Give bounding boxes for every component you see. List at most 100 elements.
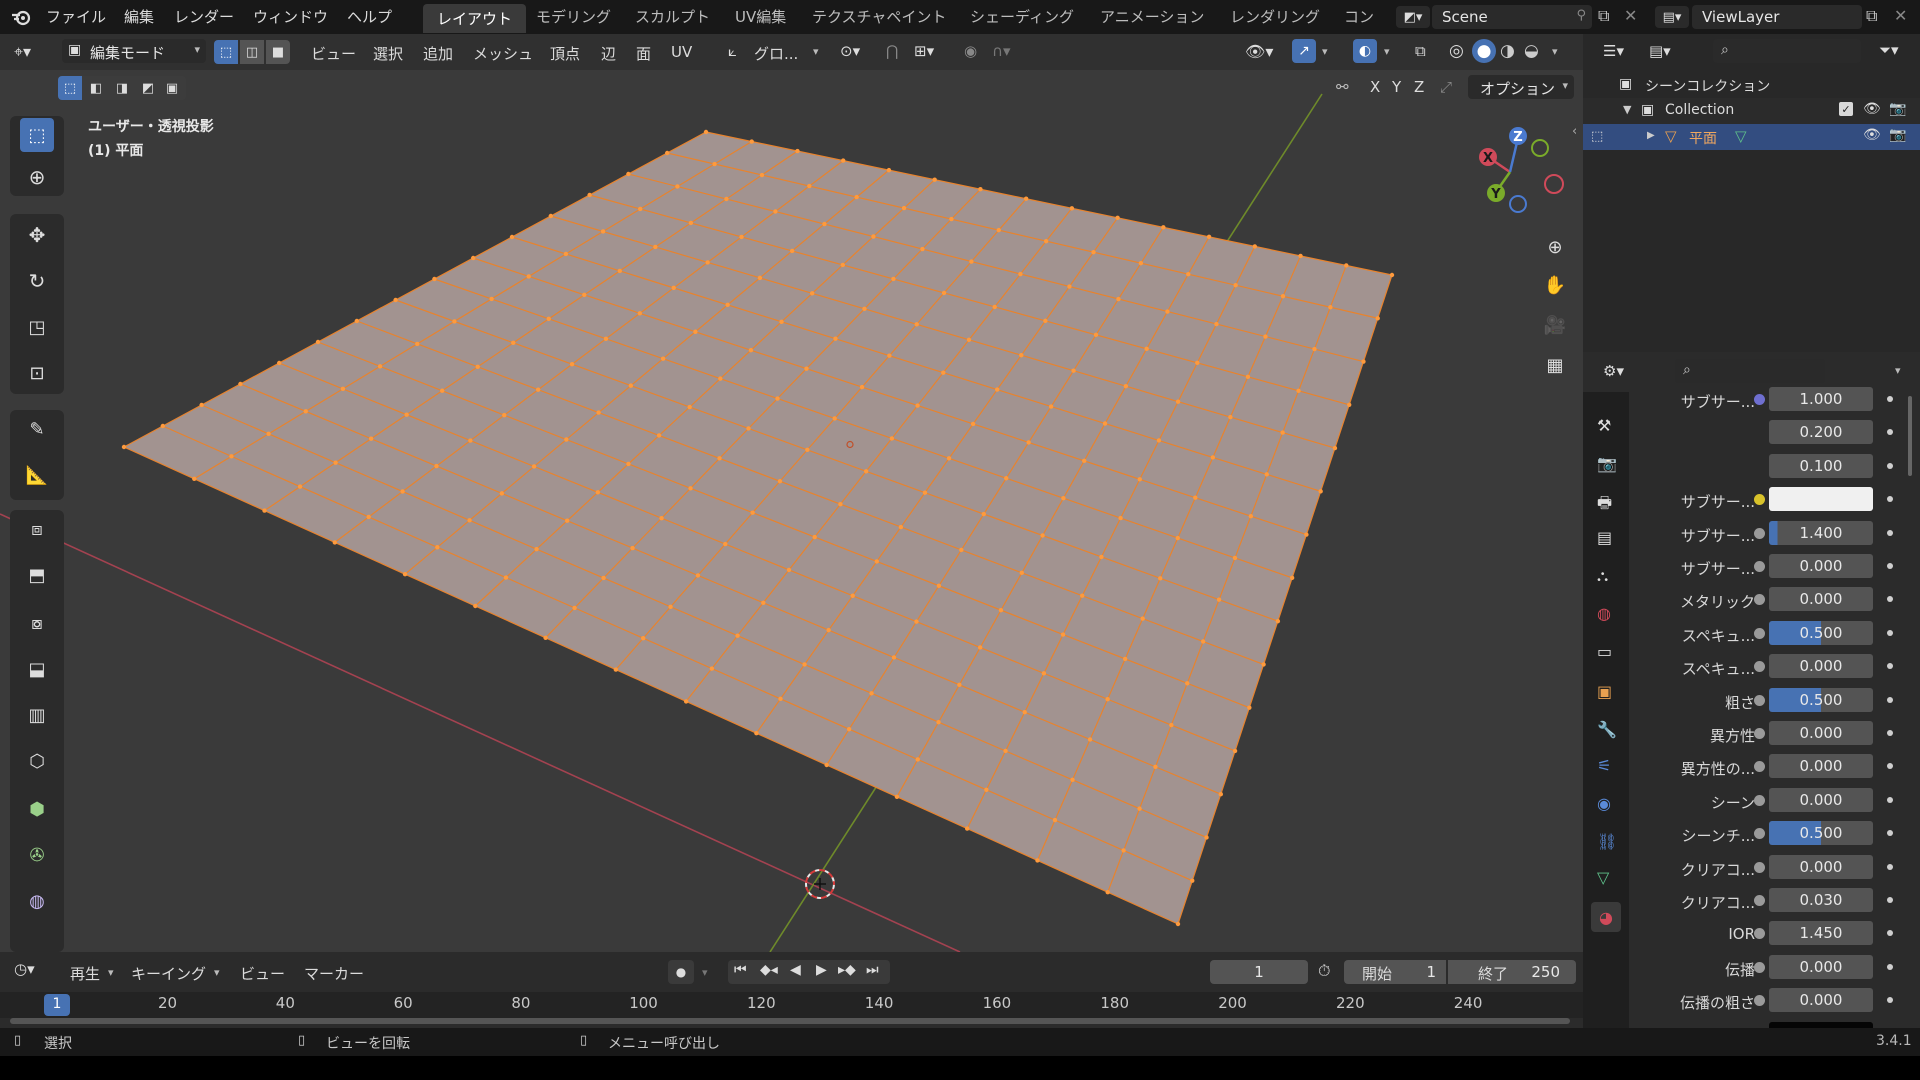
property-row[interactable]: 伝播 0.000	[1645, 954, 1920, 982]
property-row[interactable]: シーンチ... 0.500	[1645, 820, 1920, 848]
tab-uv-editing[interactable]: UV編集	[735, 6, 786, 27]
socket-dot-icon[interactable]	[1754, 828, 1765, 840]
keyframe-dot-icon[interactable]	[1887, 529, 1893, 536]
3d-viewport[interactable]	[0, 34, 1583, 952]
keyframe-dot-icon[interactable]	[1887, 696, 1893, 703]
socket-dot-icon[interactable]	[1754, 761, 1765, 773]
property-value-field[interactable]: 1.450	[1769, 921, 1873, 946]
tab-animation[interactable]: アニメーション	[1100, 6, 1204, 27]
particles-tab-icon[interactable]: ⚟	[1597, 756, 1611, 775]
property-value-field[interactable]: 0.200	[1769, 420, 1873, 445]
poly-build-tool[interactable]: ⬢	[20, 792, 54, 826]
rotate-tool[interactable]: ↻	[20, 264, 54, 298]
spin-tool[interactable]: ✇	[20, 838, 54, 872]
annotate-tool[interactable]: ✎	[20, 412, 54, 446]
keyframe-dot-icon[interactable]	[1887, 997, 1893, 1004]
property-value-field[interactable]: 1.000	[1769, 387, 1873, 411]
chevron-down-icon[interactable]: ▾	[1552, 45, 1558, 58]
keyframe-dot-icon[interactable]	[1887, 763, 1893, 770]
property-value-field[interactable]: 0.000	[1769, 988, 1873, 1013]
cursor-tool[interactable]: ⊕	[20, 160, 54, 194]
pin-icon[interactable]: ⚲	[1576, 8, 1586, 23]
view-layer-tab-icon[interactable]: ▤	[1597, 528, 1612, 547]
property-value-field[interactable]: 0.030	[1769, 888, 1873, 912]
axis-x-toggle[interactable]: X	[1370, 78, 1380, 96]
timeline-editor-type-icon[interactable]: ◷▾	[14, 960, 35, 978]
tab-compositing[interactable]: コン	[1344, 6, 1374, 27]
add-cube-tool[interactable]: ⧈	[20, 512, 54, 546]
orientation-label[interactable]: グロ...	[754, 43, 798, 64]
axis-y-toggle[interactable]: Y	[1392, 78, 1401, 96]
timeline-scrollbar[interactable]	[10, 1018, 1570, 1024]
menu-file[interactable]: ファイル	[46, 6, 106, 27]
keyframe-dot-icon[interactable]	[1887, 796, 1893, 803]
pan-hand-icon[interactable]: ✋	[1540, 270, 1570, 300]
scene-collection-row[interactable]: ▣ シーンコレクション	[1583, 72, 1920, 98]
edge-select-icon[interactable]: ◫	[240, 40, 264, 64]
stopwatch-icon[interactable]: ⏱	[1318, 961, 1330, 981]
bevel-tool[interactable]: ⬓	[20, 652, 54, 686]
menu-edit[interactable]: 編集	[124, 6, 154, 27]
menu-face[interactable]: 面	[636, 43, 651, 64]
socket-dot-icon[interactable]	[1754, 961, 1765, 973]
properties-scrollbar[interactable]	[1908, 396, 1912, 476]
property-value-field[interactable]: 0.500	[1769, 620, 1873, 645]
keyframe-dot-icon[interactable]	[1887, 396, 1893, 402]
view-layer-selector-icon[interactable]: ▤▾	[1655, 6, 1689, 28]
gizmo-toggle-icon[interactable]: ↗	[1292, 39, 1316, 63]
menu-uv[interactable]: UV	[671, 43, 692, 61]
keyframe-dot-icon[interactable]	[1887, 462, 1893, 469]
tab-layout[interactable]: レイアウト	[423, 4, 527, 33]
menu-select[interactable]: 選択	[373, 43, 403, 64]
collection-tab-icon[interactable]: ▭	[1597, 642, 1612, 661]
ortho-toggle-icon[interactable]: ▦	[1540, 350, 1570, 380]
socket-dot-icon[interactable]	[1754, 627, 1765, 639]
constraints-tab-icon[interactable]: ⛓	[1597, 832, 1617, 851]
menu-keying[interactable]: キーイング	[131, 963, 206, 984]
property-value-field[interactable]	[1769, 487, 1873, 512]
keyframe-dot-icon[interactable]	[1887, 830, 1893, 837]
keyframe-dot-icon[interactable]	[1887, 863, 1893, 870]
mode-selector[interactable]: ▣ 編集モード ▾	[62, 39, 206, 63]
outliner-editor-type-icon[interactable]: ☰▾	[1603, 42, 1624, 60]
physics-tab-icon[interactable]: ◉	[1597, 794, 1611, 813]
socket-dot-icon[interactable]	[1754, 661, 1765, 673]
delete-scene-icon[interactable]: ✕	[1624, 6, 1637, 25]
chevron-down-icon[interactable]: ▾	[1895, 364, 1901, 377]
inset-tool[interactable]: ⧇	[20, 606, 54, 640]
keyframe-dot-icon[interactable]	[1887, 963, 1893, 970]
keyframe-dot-icon[interactable]	[1887, 563, 1893, 569]
edit-mode-toggle-icon[interactable]: ⬚	[1591, 129, 1603, 144]
wireframe-shading-icon[interactable]: ◎	[1449, 41, 1464, 61]
socket-dot-icon[interactable]	[1754, 694, 1765, 706]
navigation-gizmo[interactable]: X Z Y	[1460, 120, 1570, 230]
property-row[interactable]: 異方性の... 0.000	[1645, 753, 1920, 781]
rendered-shading-icon[interactable]: ◒	[1524, 41, 1539, 61]
property-row[interactable]: サブサー... 0.000	[1645, 553, 1920, 581]
scene-selector-icon[interactable]: ◩▾	[1396, 6, 1430, 28]
socket-dot-icon[interactable]	[1754, 794, 1765, 806]
socket-dot-icon[interactable]	[1754, 728, 1765, 739]
property-row[interactable]: シーン 0.000	[1645, 787, 1920, 815]
prev-keyframe-icon[interactable]: ◆◂	[760, 962, 778, 978]
output-tab-icon[interactable]: 🖶	[1597, 492, 1612, 519]
tab-modeling[interactable]: モデリング	[536, 6, 611, 27]
proportional-edit-icon[interactable]: ◉	[964, 42, 977, 60]
camera-icon[interactable]: 📷	[1889, 127, 1906, 143]
socket-dot-icon[interactable]	[1754, 527, 1765, 539]
select-extend-icon[interactable]: ◧	[84, 76, 108, 100]
transform-orientation-icon[interactable]: ⟀	[728, 42, 737, 60]
property-row[interactable]: サブサー...	[1645, 486, 1920, 514]
overlay-toggle-icon[interactable]: ◐	[1353, 39, 1377, 63]
select-new-icon[interactable]: ⬚	[58, 76, 82, 100]
chevron-down-icon[interactable]: ▾	[1384, 45, 1390, 58]
property-value-field[interactable]: 0.000	[1769, 854, 1873, 879]
scene-field[interactable]: Scene ⚲	[1432, 5, 1592, 29]
measure-tool[interactable]: 📐	[20, 458, 54, 492]
tool-tab-icon[interactable]: ⚒	[1597, 416, 1611, 435]
visibility-icon[interactable]: 👁▾	[1245, 42, 1273, 61]
socket-dot-icon[interactable]	[1754, 861, 1765, 873]
record-icon[interactable]: ●	[668, 960, 694, 984]
eye-icon[interactable]: 👁	[1863, 101, 1881, 117]
property-value-field[interactable]: 0.500	[1769, 687, 1873, 712]
